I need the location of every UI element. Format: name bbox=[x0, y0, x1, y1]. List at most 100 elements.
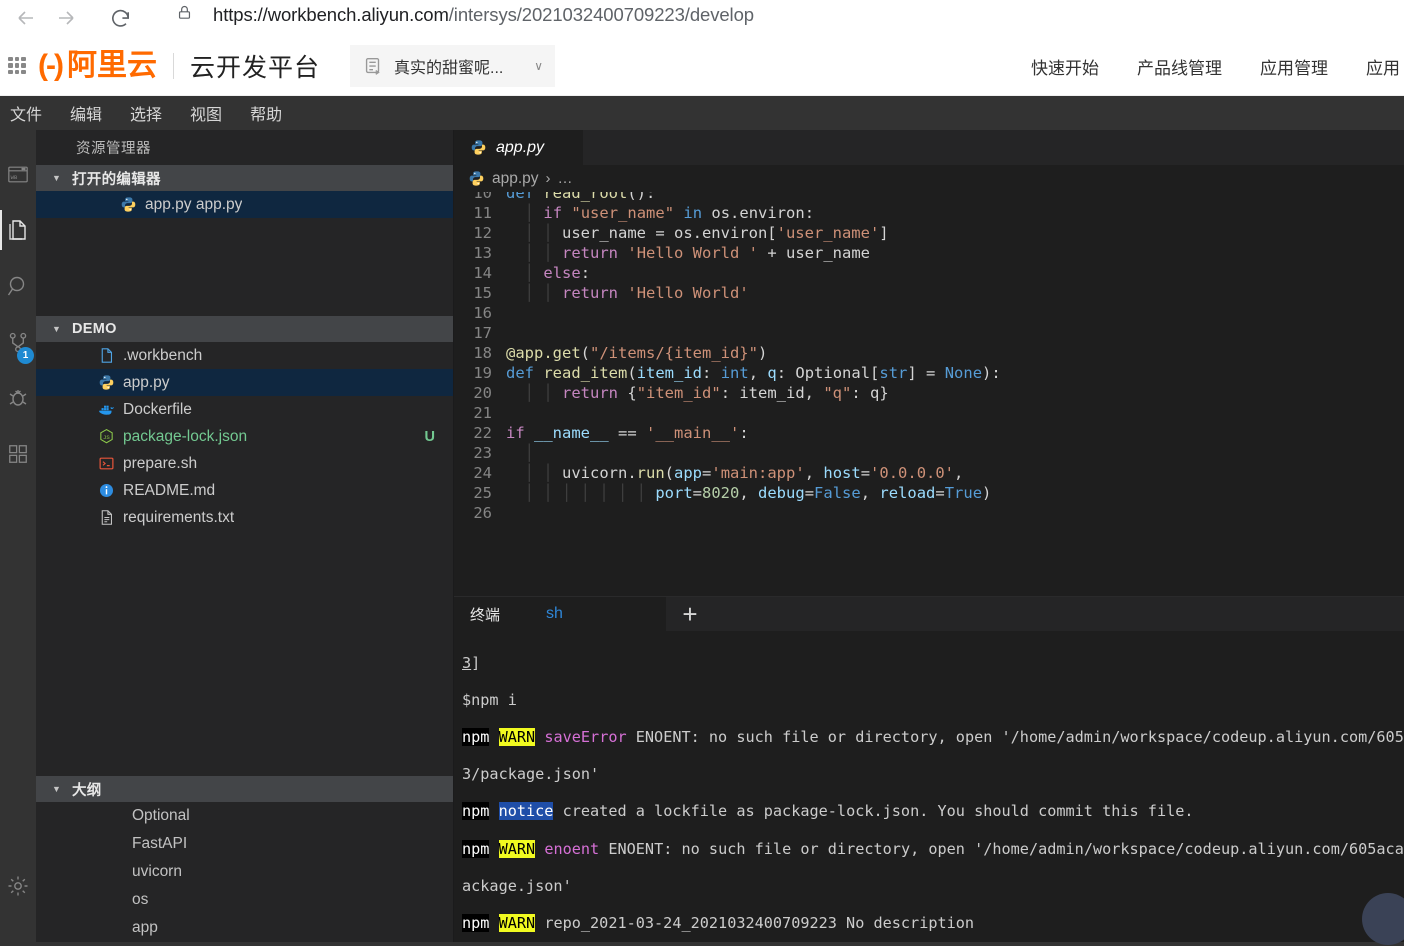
outline-item-optional[interactable]: Optional bbox=[36, 802, 453, 830]
forward-button[interactable] bbox=[46, 1, 86, 35]
grid-apps-icon[interactable] bbox=[8, 56, 26, 75]
plus-icon: + bbox=[682, 598, 698, 629]
chevron-down-icon: ▼ bbox=[52, 323, 62, 334]
back-button[interactable] bbox=[6, 1, 46, 35]
chevron-down-icon: ▼ bbox=[52, 783, 62, 794]
txt-file-icon bbox=[101, 510, 112, 525]
terminal-line: npm WARN saveError ENOENT: no such file … bbox=[462, 727, 1404, 746]
line-content: │ │ return 'Hello World ' + user_name bbox=[524, 244, 870, 262]
terminal-line: ackage.json' bbox=[462, 876, 572, 895]
outline-item-os[interactable]: os bbox=[36, 886, 453, 914]
tree-item-readme-md[interactable]: README.md bbox=[36, 477, 453, 504]
section-open-editors-label: 打开的编辑器 bbox=[72, 171, 161, 188]
code-line: 20 │ │ return {"item_id": item_id, "q": … bbox=[454, 383, 1404, 403]
app-header: (-) 阿里云 云开发平台 真实的甜蜜呢... ∨ 快速开始 产品线管理 应用管… bbox=[0, 36, 1404, 96]
code-line: 10 def read_root(): bbox=[454, 192, 1404, 203]
tree-item-label: requirements.txt bbox=[123, 508, 235, 526]
code-line: 19 def read_item(item_id: int, q: Option… bbox=[454, 363, 1404, 383]
editor-region: app.py app.py › … 10 def read_root(): 11… bbox=[454, 130, 1404, 942]
explorer-files-icon bbox=[9, 220, 26, 240]
open-editor-item-app-py[interactable]: app.py app.py bbox=[36, 191, 453, 218]
line-number: 17 bbox=[473, 324, 492, 342]
outline-item-label: app bbox=[132, 919, 158, 936]
activity-item-workbench[interactable]: WB bbox=[0, 146, 36, 202]
tree-item-prepare-sh[interactable]: prepare.sh bbox=[36, 450, 453, 477]
outline-item-fastapi[interactable]: FastAPI bbox=[36, 830, 453, 858]
code-editor[interactable]: 10 def read_root(): 11 │ if "user_name" … bbox=[454, 192, 1404, 596]
url-text: https://workbench.aliyun.com/intersys/20… bbox=[213, 4, 754, 26]
nav-item-app-management[interactable]: 应用管理 bbox=[1260, 54, 1328, 79]
section-open-editors[interactable]: ▼ 打开的编辑器 bbox=[36, 165, 453, 191]
tree-item-requirements-txt[interactable]: requirements.txt bbox=[36, 504, 453, 531]
logo-text: 阿里云 bbox=[66, 48, 157, 82]
line-number: 23 bbox=[473, 444, 492, 462]
line-content: │ │ return 'Hello World' bbox=[524, 284, 749, 302]
line-content: def read_root(): bbox=[506, 192, 656, 202]
line-number: 22 bbox=[473, 424, 492, 442]
tree-item-label: README.md bbox=[123, 481, 216, 499]
editor-tab-app-py[interactable]: app.py bbox=[454, 130, 584, 165]
settings-gear-icon bbox=[8, 876, 28, 896]
sidebar: 资源管理器 ▼ 打开的编辑器 app.py app.py ▼ DEMO .wor… bbox=[36, 130, 454, 942]
tree-item-label: Dockerfile bbox=[123, 400, 192, 418]
tree-item-dockerfile[interactable]: Dockerfile bbox=[36, 396, 453, 423]
menu-edit[interactable]: 编辑 bbox=[70, 101, 102, 125]
terminal-output[interactable]: 3] $npm i npm WARN saveError ENOENT: no … bbox=[454, 631, 1404, 942]
menu-selection[interactable]: 选择 bbox=[130, 101, 162, 125]
section-outline[interactable]: ▼ 大纲 bbox=[36, 776, 453, 802]
open-editors-list: app.py app.py bbox=[36, 191, 453, 218]
code-line: 14 │ else: bbox=[454, 263, 1404, 283]
editor-tab-label: app.py bbox=[496, 138, 545, 156]
activity-item-settings[interactable] bbox=[0, 858, 36, 914]
ide-menubar: 文件 编辑 选择 视图 帮助 bbox=[0, 96, 1404, 130]
line-content: @app.get("/items/{item_id}") bbox=[506, 344, 768, 362]
menu-file[interactable]: 文件 bbox=[10, 101, 42, 125]
aliyun-logo[interactable]: (-) 阿里云 bbox=[38, 48, 157, 82]
lock-icon bbox=[176, 4, 193, 26]
address-bar[interactable]: https://workbench.aliyun.com/intersys/20… bbox=[158, 0, 1404, 32]
platform-title: 云开发平台 bbox=[189, 53, 320, 82]
terminal-line: $npm i bbox=[462, 690, 517, 709]
tree-item-label: .workbench bbox=[123, 346, 203, 364]
header-divider bbox=[172, 52, 174, 79]
line-content: │ bbox=[524, 444, 535, 462]
menu-help[interactable]: 帮助 bbox=[250, 101, 282, 125]
docker-file-icon bbox=[99, 405, 114, 415]
code-line: 21 bbox=[454, 403, 1404, 423]
editor-tab-bar: app.py bbox=[454, 130, 1404, 165]
terminal-line: 3/package.json' bbox=[462, 765, 600, 784]
new-terminal-button[interactable]: + bbox=[666, 597, 714, 631]
nav-item-quickstart[interactable]: 快速开始 bbox=[1031, 54, 1099, 79]
activity-item-run-debug[interactable] bbox=[0, 370, 36, 426]
section-project-demo[interactable]: ▼ DEMO bbox=[36, 316, 453, 342]
nav-item-product-line[interactable]: 产品线管理 bbox=[1137, 54, 1222, 79]
activity-item-source-control[interactable]: 1 bbox=[0, 314, 36, 370]
project-selector[interactable]: 真实的甜蜜呢... ∨ bbox=[350, 44, 555, 87]
outline-item-uvicorn[interactable]: uvicorn bbox=[36, 858, 453, 886]
python-file-icon bbox=[99, 375, 114, 390]
activity-item-explorer[interactable] bbox=[0, 202, 36, 258]
tree-spacer bbox=[36, 531, 453, 776]
activity-item-search[interactable] bbox=[0, 258, 36, 314]
breadcrumb-file[interactable]: app.py bbox=[492, 170, 539, 188]
terminal-line: 3] bbox=[462, 653, 481, 672]
menu-view[interactable]: 视图 bbox=[190, 101, 222, 125]
terminal-line: npm notice created a lockfile as package… bbox=[462, 802, 1194, 821]
tree-item-package-lock-json[interactable]: JS package-lock.json U bbox=[36, 423, 453, 450]
reload-button[interactable] bbox=[100, 1, 140, 35]
tree-item-app-py[interactable]: app.py bbox=[36, 369, 453, 396]
line-number: 24 bbox=[473, 464, 492, 482]
activity-item-extensions[interactable] bbox=[0, 426, 36, 482]
project-switch-icon bbox=[362, 55, 384, 77]
outline-item-app[interactable]: app bbox=[36, 914, 453, 942]
tree-item-workbench[interactable]: .workbench bbox=[36, 342, 453, 369]
arrow-right-icon bbox=[59, 11, 74, 25]
panel-tab-terminal[interactable]: 终端 bbox=[454, 597, 517, 631]
line-number: 12 bbox=[473, 224, 492, 242]
arrow-left-icon bbox=[18, 11, 33, 25]
chevron-down-icon: ▼ bbox=[52, 172, 62, 183]
panel-tab-sh[interactable]: sh bbox=[516, 597, 667, 631]
line-number: 20 bbox=[473, 384, 492, 402]
nav-item-app[interactable]: 应用 bbox=[1366, 54, 1400, 79]
breadcrumb-rest[interactable]: … bbox=[558, 170, 574, 187]
